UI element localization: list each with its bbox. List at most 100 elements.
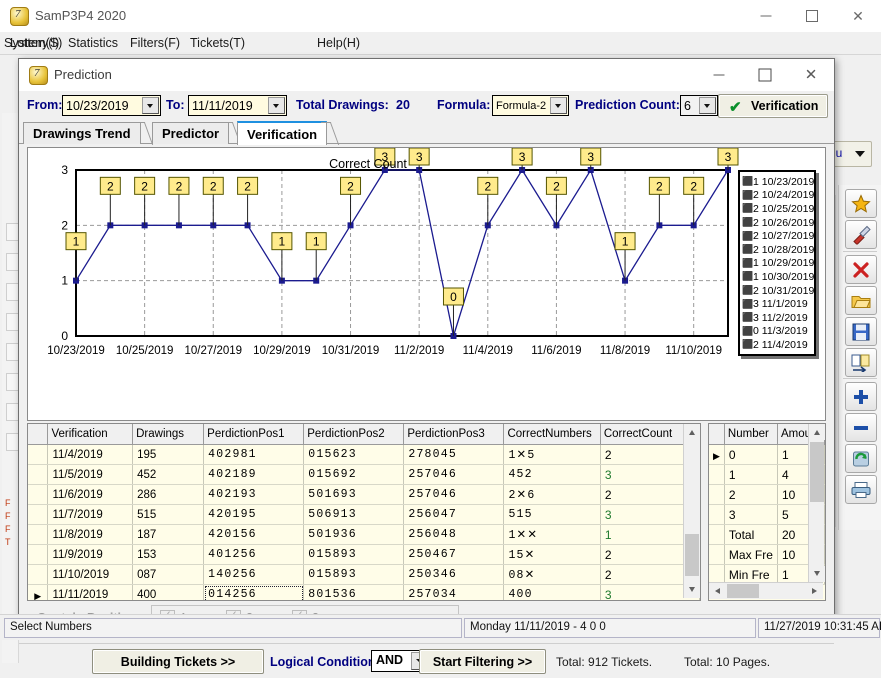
stats-grid-hscrollbar[interactable] xyxy=(709,582,823,599)
stats-cell-number[interactable]: 2 xyxy=(724,484,778,505)
tab-predictor[interactable]: Predictor xyxy=(152,122,242,145)
cell-pos1[interactable]: 402193 xyxy=(203,484,305,505)
row-selector[interactable] xyxy=(28,564,49,585)
from-date-dropdown-arrow[interactable] xyxy=(142,97,159,114)
row-selector[interactable] xyxy=(28,504,49,525)
cell-correct_numbers[interactable]: 400 xyxy=(503,584,601,600)
formula-dropdown-arrow[interactable] xyxy=(550,97,567,114)
cell-verification[interactable]: 11/8/2019 xyxy=(47,524,134,545)
cell-drawings[interactable]: 452 xyxy=(132,464,205,485)
window-maximize-button[interactable] xyxy=(789,0,835,31)
stats-grid-scroll-thumb[interactable] xyxy=(810,442,824,502)
cell-pos3[interactable]: 257046 xyxy=(403,464,505,485)
open-folder-icon[interactable] xyxy=(845,286,877,315)
cell-pos2[interactable]: 801536 xyxy=(303,584,405,600)
stats-cell-number[interactable]: 1 xyxy=(724,464,778,485)
cell-pos3[interactable]: 250467 xyxy=(403,544,505,565)
cell-drawings[interactable]: 400 xyxy=(132,584,205,600)
prediction-maximize-button[interactable] xyxy=(742,59,788,90)
cell-drawings[interactable]: 153 xyxy=(132,544,205,565)
cell-pos2[interactable]: 506913 xyxy=(303,504,405,525)
column-header[interactable]: Drawings xyxy=(132,424,205,445)
stats-row-selector[interactable] xyxy=(709,524,725,545)
column-header[interactable]: Verification xyxy=(47,424,134,445)
cell-pos2[interactable]: 015692 xyxy=(303,464,405,485)
cell-verification[interactable]: 11/11/2019 xyxy=(47,584,134,600)
verification-grid[interactable]: Verification Drawings PerdictionPos1 Perdic… xyxy=(27,423,701,601)
to-date-combo[interactable]: 11/11/2019 xyxy=(188,95,287,116)
refresh-recycle-icon[interactable] xyxy=(845,444,877,473)
stats-cell-percent[interactable]: 50. xyxy=(824,484,825,505)
stats-cell-number[interactable]: 0 xyxy=(724,444,778,465)
cell-pos1[interactable]: 014256 xyxy=(203,584,305,600)
row-selector[interactable] xyxy=(28,444,49,465)
stats-row-selector[interactable] xyxy=(709,504,725,525)
cell-pos2[interactable]: 015893 xyxy=(303,564,405,585)
stats-cell-number[interactable]: 3 xyxy=(724,504,778,525)
cell-pos2[interactable]: 501936 xyxy=(303,524,405,545)
table-row[interactable]: 11/6/2019 286 402193 501693 257046 2✕6 2 xyxy=(28,484,700,505)
brush-icon[interactable] xyxy=(845,220,877,249)
save-disk-icon[interactable] xyxy=(845,317,877,346)
cell-pos2[interactable]: 015623 xyxy=(303,444,405,465)
column-header[interactable]: CorrectNumbers xyxy=(503,424,601,445)
row-selector[interactable] xyxy=(28,524,49,545)
row-selector[interactable] xyxy=(28,464,49,485)
cell-verification[interactable]: 11/7/2019 xyxy=(47,504,134,525)
cell-pos1[interactable]: 401256 xyxy=(203,544,305,565)
from-date-combo[interactable]: 10/23/2019 xyxy=(62,95,161,116)
stats-row-selector[interactable] xyxy=(709,444,725,465)
table-row[interactable]: 11/4/2019 195 402981 015623 278045 1✕5 2 xyxy=(28,444,700,465)
cell-pos3[interactable]: 278045 xyxy=(403,444,505,465)
menu-item-help[interactable]: Help(H) xyxy=(313,35,364,51)
cell-correct_numbers[interactable]: 15✕ xyxy=(503,544,601,565)
stats-grid-vscrollbar[interactable] xyxy=(808,424,825,582)
cell-drawings[interactable]: 515 xyxy=(132,504,205,525)
to-date-dropdown-arrow[interactable] xyxy=(268,97,285,114)
cell-drawings[interactable]: 195 xyxy=(132,444,205,465)
cell-pos1[interactable]: 402189 xyxy=(203,464,305,485)
scroll-right-arrow-icon[interactable] xyxy=(807,583,823,599)
stats-cell-number[interactable]: Total xyxy=(724,524,778,545)
scroll-up-arrow-icon[interactable] xyxy=(684,424,700,440)
scroll-left-arrow-icon[interactable] xyxy=(709,583,725,599)
stats-column-header[interactable]: Number xyxy=(724,424,778,445)
stats-scroll-down-arrow-icon[interactable] xyxy=(809,566,825,582)
tab-drawings-trend[interactable]: Drawings Trend xyxy=(23,122,153,145)
plus-icon[interactable] xyxy=(845,382,877,411)
menu-item-filters[interactable]: Filters(F) xyxy=(126,35,184,51)
cell-pos1[interactable]: 140256 xyxy=(203,564,305,585)
table-row[interactable]: 11/9/2019 153 401256 015893 250467 15✕ 2 xyxy=(28,544,700,565)
stats-row-selector[interactable] xyxy=(709,464,725,485)
start-filtering-button[interactable]: Start Filtering >> xyxy=(419,649,546,674)
cell-pos3[interactable]: 257034 xyxy=(403,584,505,600)
export-page-icon[interactable] xyxy=(845,348,877,377)
menu-item-system[interactable]: System(S) xyxy=(0,35,66,51)
prediction-count-dropdown-arrow[interactable] xyxy=(699,97,716,114)
row-selector[interactable] xyxy=(28,584,49,600)
column-header[interactable]: PerdictionPos3 xyxy=(403,424,505,445)
window-minimize-button[interactable] xyxy=(743,0,789,31)
cell-pos3[interactable]: 257046 xyxy=(403,484,505,505)
stats-cell-percent[interactable]: 20. xyxy=(824,464,825,485)
verification-run-button[interactable]: ✔ Verification xyxy=(718,94,828,118)
cell-pos1[interactable]: 420195 xyxy=(203,504,305,525)
table-row[interactable]: 11/11/20194000142568015362570344003 xyxy=(28,584,700,600)
column-header[interactable]: PerdictionPos2 xyxy=(303,424,405,445)
stats-cell-percent[interactable]: 100 xyxy=(824,524,825,545)
cell-pos2[interactable]: 015893 xyxy=(303,544,405,565)
prediction-close-button[interactable]: ✕ xyxy=(788,59,834,90)
cell-pos1[interactable]: 402981 xyxy=(203,444,305,465)
delete-x-icon[interactable] xyxy=(845,255,877,284)
stats-cell-percent[interactable]: 25. xyxy=(824,504,825,525)
cell-verification[interactable]: 11/5/2019 xyxy=(47,464,134,485)
row-selector[interactable] xyxy=(28,544,49,565)
minus-icon[interactable] xyxy=(845,413,877,442)
stats-row-selector[interactable] xyxy=(709,484,725,505)
table-row[interactable]: 11/7/2019 515 420195 506913 256047 515 3 xyxy=(28,504,700,525)
cell-drawings[interactable]: 286 xyxy=(132,484,205,505)
window-close-button[interactable]: ✕ xyxy=(835,0,881,31)
cell-verification[interactable]: 11/6/2019 xyxy=(47,484,134,505)
cell-drawings[interactable]: 187 xyxy=(132,524,205,545)
table-row[interactable]: 11/10/2019 087 140256 015893 250346 08✕ 2 xyxy=(28,564,700,585)
